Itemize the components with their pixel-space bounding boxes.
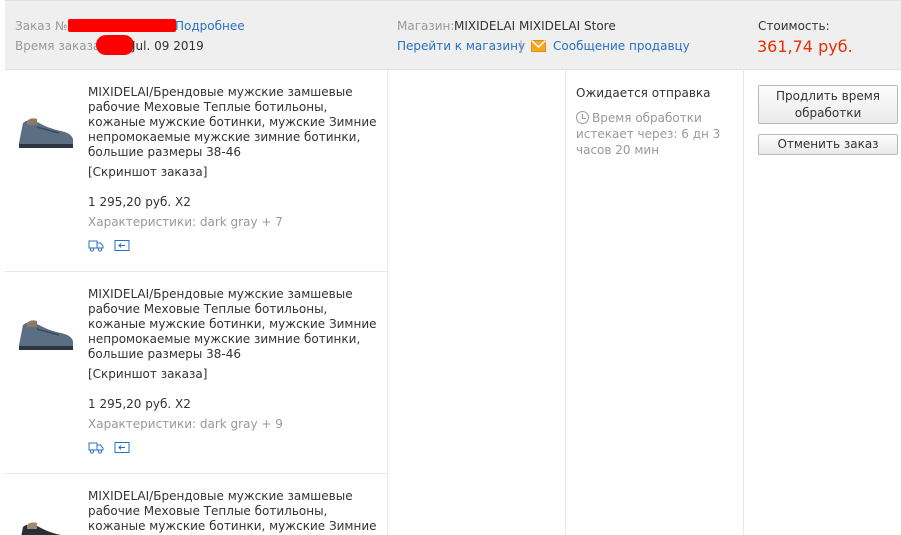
order-snapshot-link[interactable]: [Скриншот заказа] [88,367,207,381]
order-details-link[interactable]: Подробнее [175,18,245,34]
order-cost: 361,74 руб. [757,37,853,56]
processing-time: Время обработки истекает через: 6 дн 3 ч… [576,110,736,158]
item-properties: Характеристики: dark gray + 7 [88,215,283,229]
cancel-order-button[interactable]: Отменить заказ [758,134,898,155]
go-to-store-link[interactable]: Перейти к магазину [397,38,525,54]
order-date: Jul. 09 2019 [132,39,204,53]
order-snapshot-link[interactable]: [Скриншот заказа] [88,165,207,179]
envelope-icon[interactable] [531,39,546,55]
truck-icon[interactable] [88,239,104,255]
order-time-label: Время заказа: [15,39,105,53]
item-separator [5,473,387,474]
message-seller-link[interactable]: Сообщение продавцу [553,38,690,54]
item-price-quantity: 1 295,20 руб. X2 [88,195,191,209]
clock-icon [576,111,589,124]
product-thumbnail[interactable] [13,111,77,151]
product-title[interactable]: MIXIDELAI/Брендовые мужские замшевые раб… [88,489,378,534]
link-divider: | [519,39,524,53]
store-name: MIXIDELAI MIXIDELAI Store [454,19,616,33]
order-header: Заказ №: Подробнее Время заказа: Jul. 09… [5,0,901,70]
redacted-order-number [68,19,176,32]
order-item: MIXIDELAI/Брендовые мужские замшевые раб… [5,489,387,535]
processing-time-text: Время обработки истекает через: 6 дн 3 ч… [576,111,721,157]
store-label: Магазин: [397,19,455,33]
item-separator [5,271,387,272]
column-divider [565,70,566,535]
return-icon[interactable] [114,239,130,255]
order-item: MIXIDELAI/Брендовые мужские замшевые раб… [5,287,387,473]
item-properties: Характеристики: dark gray + 9 [88,417,283,431]
order-number-label: Заказ №: [15,19,72,33]
product-title[interactable]: MIXIDELAI/Брендовые мужские замшевые раб… [88,85,378,160]
item-price-quantity: 1 295,20 руб. X2 [88,397,191,411]
column-divider [387,70,388,535]
cost-label: Стоимость: [758,19,830,33]
product-thumbnail[interactable] [13,313,77,353]
order-item: MIXIDELAI/Брендовые мужские замшевые раб… [5,85,387,271]
return-icon[interactable] [114,441,130,457]
redacted-order-time [96,35,134,55]
product-thumbnail[interactable] [13,515,77,535]
column-divider [743,70,744,535]
order-status: Ожидается отправка [576,86,711,100]
truck-icon[interactable] [88,441,104,457]
extend-processing-button[interactable]: Продлить время обработки [758,85,898,124]
product-title[interactable]: MIXIDELAI/Брендовые мужские замшевые раб… [88,287,378,362]
